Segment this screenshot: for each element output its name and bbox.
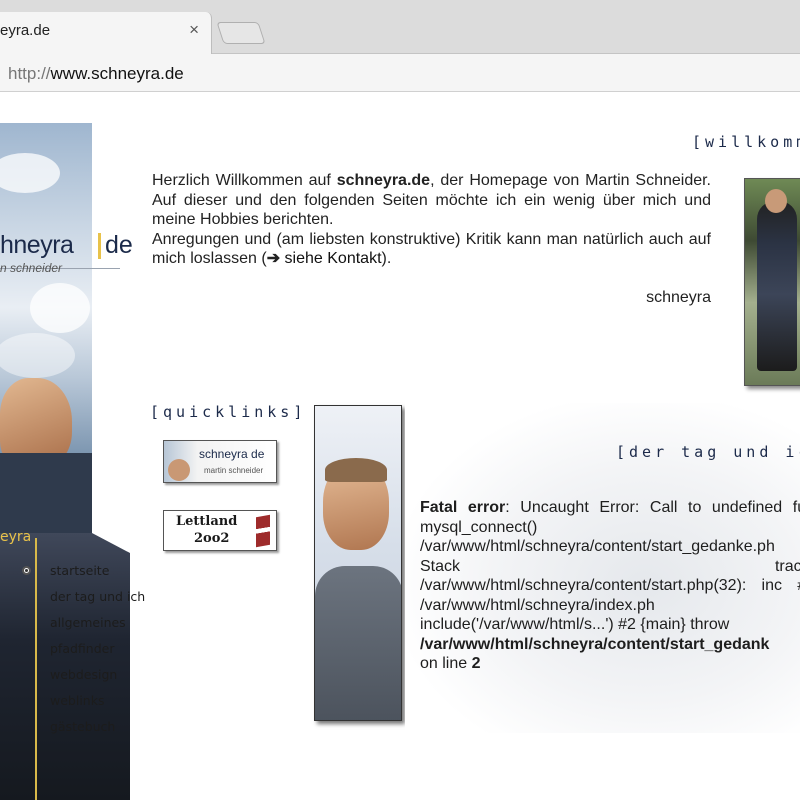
url-text[interactable]: http://www.schneyra.de: [8, 64, 184, 84]
heading-quicklinks: [quicklinks]: [150, 403, 307, 421]
php-error-message: Fatal error: Uncaught Error: Call to und…: [420, 499, 800, 672]
nav-item-startseite[interactable]: startseite: [22, 563, 145, 589]
error-label: Fatal error: [420, 499, 506, 516]
mini-portrait: [168, 459, 190, 481]
quicklink-title: schneyra de: [199, 447, 265, 461]
quicklink-schneyra-banner[interactable]: schneyra de martin schneider: [163, 440, 277, 483]
quicklink-lettland-line1: Lettland: [176, 514, 238, 529]
heading-willkommen: [willkomm: [692, 133, 800, 151]
active-bullet-icon: [22, 566, 31, 575]
banner-portrait-shirt: [0, 453, 92, 533]
address-bar[interactable]: http://www.schneyra.de: [0, 54, 800, 92]
arrow-right-icon: ➔: [266, 250, 281, 267]
nav-item-pfadfinder[interactable]: pfadfinder: [22, 641, 145, 667]
portrait-photo: [314, 405, 402, 721]
site-name-bold: schneyra.de: [336, 172, 431, 189]
site-logo-tld: de: [105, 231, 133, 259]
heading-tag-und-ich: [der tag und ich: [616, 443, 800, 461]
quicklink-lettland-line2: 2oo2: [194, 531, 230, 546]
error-path: /var/www/html/schneyra/content/start_ged…: [420, 635, 770, 653]
group-photo: [744, 178, 800, 386]
quicklink-lettland-banner[interactable]: Lettland 2oo2: [163, 510, 277, 551]
signature: schneyra: [646, 289, 711, 306]
close-icon[interactable]: ×: [189, 20, 199, 40]
nav-item-allgemeines[interactable]: allgemeines: [22, 615, 145, 641]
intro-text: Herzlich Willkommen auf schneyra.de, der…: [152, 172, 711, 267]
nav-item-weblinks[interactable]: weblinks: [22, 693, 145, 719]
kontakt-link[interactable]: siehe Kontakt: [280, 250, 382, 267]
latvia-flag-icon: [256, 514, 270, 548]
main-nav: startseite der tag und ich allgemeines p…: [22, 563, 145, 745]
logo-divider: [98, 233, 101, 259]
web-page: hneyra de n schneider eyra startseite de…: [0, 93, 800, 800]
nav-section-label: eyra: [0, 529, 32, 545]
url-protocol: http://: [8, 64, 51, 83]
quicklink-subtitle: martin schneider: [204, 466, 264, 475]
url-host: www.schneyra.de: [50, 64, 184, 83]
browser-tab[interactable]: eyra.de ×: [0, 12, 212, 54]
new-tab-button[interactable]: [216, 22, 266, 44]
nav-item-webdesign[interactable]: webdesign: [22, 667, 145, 693]
nav-item-der-tag-und-ich[interactable]: der tag und ich: [22, 589, 145, 615]
site-logo-subtitle: n schneider: [0, 261, 63, 275]
site-logo-text: hneyra: [0, 231, 74, 259]
error-line-number: 2: [471, 655, 481, 672]
tab-title: eyra.de: [0, 22, 51, 39]
nav-item-gaestebuch[interactable]: gästebuch: [22, 719, 145, 745]
browser-tabstrip: eyra.de ×: [0, 0, 800, 54]
